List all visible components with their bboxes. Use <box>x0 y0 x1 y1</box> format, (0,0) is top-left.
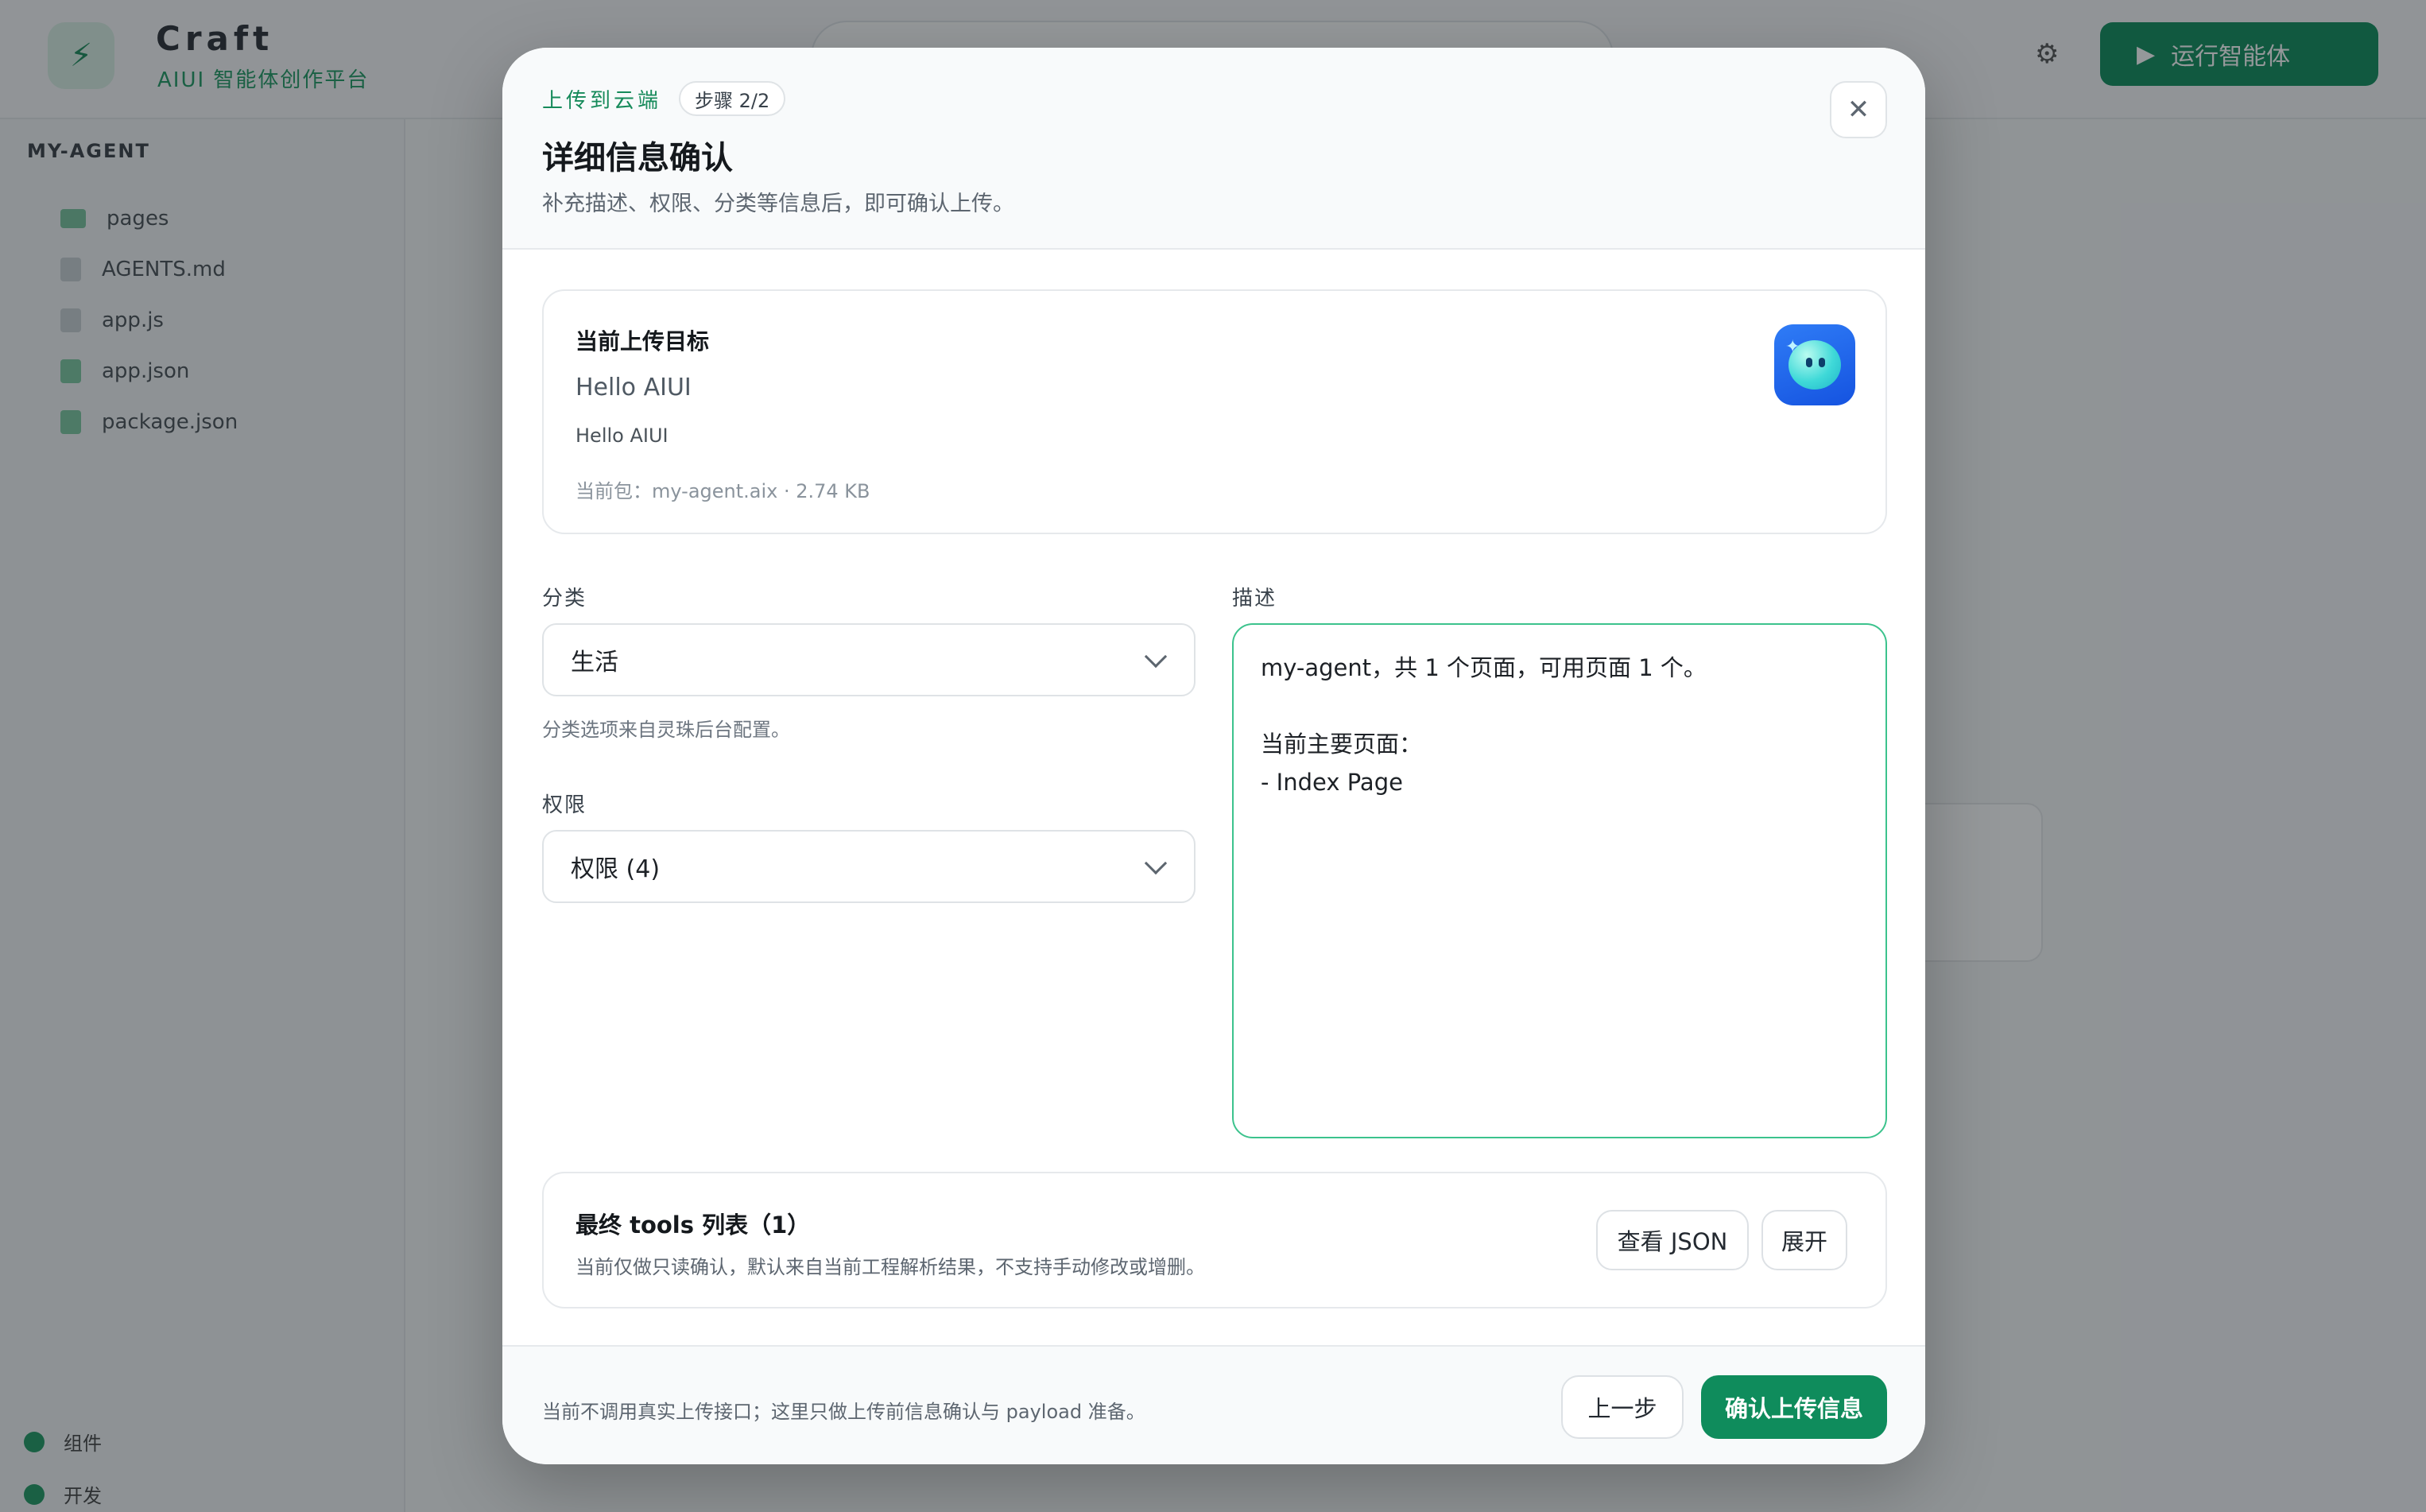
footer-note: 当前不调用真实上传接口；这里只做上传前信息确认与 payload 准备。 <box>542 1401 1145 1423</box>
chevron-down-icon <box>1144 645 1168 669</box>
tools-list-card: 最终 tools 列表（1） 当前仅做只读确认，默认来自当前工程解析结果，不支持… <box>542 1172 1887 1308</box>
dialog-header: 上传到云端 步骤 2/2 详细信息确认 补充描述、权限、分类等信息后，即可确认上… <box>502 48 1925 250</box>
tools-title: 最终 tools 列表（1） <box>575 1212 811 1239</box>
dialog-footer: 当前不调用真实上传接口；这里只做上传前信息确认与 payload 准备。 上一步… <box>502 1345 1925 1464</box>
expand-button[interactable]: 展开 <box>1761 1210 1847 1270</box>
category-value: 生活 <box>571 649 618 677</box>
description-textarea[interactable]: my-agent，共 1 个页面，可用页面 1 个。 当前主要页面： - Ind… <box>1232 623 1887 1138</box>
target-package-info: 当前包：my-agent.aix · 2.74 KB <box>575 480 870 502</box>
permission-select[interactable]: 权限 (4) <box>542 830 1196 903</box>
chevron-down-icon <box>1144 851 1168 875</box>
app-bubble-icon: ✦ <box>1774 324 1855 405</box>
target-description: Hello AIUI <box>575 425 669 447</box>
view-json-button[interactable]: 查看 JSON <box>1596 1210 1749 1270</box>
permission-value: 权限 (4) <box>571 855 661 883</box>
tools-note: 当前仅做只读确认，默认来自当前工程解析结果，不支持手动修改或增删。 <box>575 1256 1205 1278</box>
close-button[interactable]: ✕ <box>1830 81 1887 138</box>
back-button[interactable]: 上一步 <box>1561 1375 1684 1439</box>
bubble-face-icon <box>1788 340 1841 390</box>
category-label: 分类 <box>542 587 587 611</box>
description-label: 描述 <box>1232 587 1277 611</box>
dialog-title: 详细信息确认 <box>542 140 733 176</box>
confirm-upload-button[interactable]: 确认上传信息 <box>1701 1375 1887 1439</box>
category-select[interactable]: 生活 <box>542 623 1196 696</box>
target-name: Hello AIUI <box>575 374 692 401</box>
dialog-subtitle: 补充描述、权限、分类等信息后，即可确认上传。 <box>542 192 1014 216</box>
upload-confirm-dialog: 上传到云端 步骤 2/2 详细信息确认 补充描述、权限、分类等信息后，即可确认上… <box>502 48 1925 1464</box>
step-badge: 步骤 2/2 <box>679 81 786 116</box>
close-icon: ✕ <box>1847 95 1870 125</box>
category-hint: 分类选项来自灵珠后台配置。 <box>542 719 790 741</box>
upload-target-card: 当前上传目标 Hello AIUI Hello AIUI 当前包：my-agen… <box>542 289 1887 534</box>
permission-label: 权限 <box>542 793 587 817</box>
dialog-kicker: 上传到云端 <box>542 89 662 113</box>
target-label: 当前上传目标 <box>575 328 710 355</box>
